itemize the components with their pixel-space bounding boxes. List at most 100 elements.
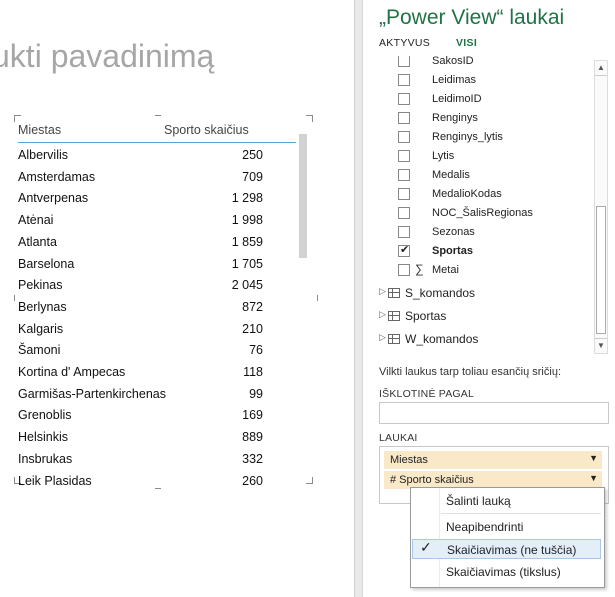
cell-city: Albervilis — [18, 148, 69, 162]
cell-city: Grenoblis — [18, 408, 72, 423]
cell-city: Antverpenas — [18, 191, 89, 206]
expand-icon[interactable]: ▷ — [379, 332, 386, 343]
filter-drop-area[interactable] — [379, 402, 609, 424]
scroll-up-icon[interactable]: ▲ — [595, 61, 607, 76]
field-item[interactable]: Renginys — [398, 110, 578, 128]
table-group[interactable]: ▷ Sportas — [379, 308, 579, 326]
sigma-icon: ∑ — [415, 262, 424, 276]
table-row[interactable]: Albervilis 250 — [18, 145, 263, 167]
tab-all[interactable]: VISI — [456, 37, 477, 49]
field-label: Sportas — [432, 245, 473, 257]
checkbox[interactable] — [398, 226, 410, 238]
checkbox[interactable] — [398, 169, 410, 181]
field-list: SakosID Leidimas LeidimoID Renginys Renginys… — [363, 56, 615, 356]
table-row[interactable]: Kalgaris 210 — [18, 319, 263, 341]
table-row[interactable]: Pekinas 2 045 — [18, 275, 263, 297]
table-row[interactable]: Šamoni 76 — [18, 340, 263, 362]
table-row[interactable]: Berlynas 872 — [18, 297, 263, 319]
cell-city: Garmišas-Partenkirchenas — [18, 386, 166, 401]
expand-icon[interactable]: ▷ — [379, 286, 386, 297]
dropdown-arrow-icon[interactable]: ▼ — [589, 473, 598, 483]
cell-sport-count: 889 — [242, 430, 263, 445]
field-label: Lytis — [432, 150, 455, 162]
field-item[interactable]: Leidimas — [398, 72, 578, 90]
menu-item[interactable]: Skaičiavimas (tikslus) — [412, 562, 601, 582]
table-icon — [388, 334, 400, 344]
field-label: MedalioKodas — [432, 188, 502, 200]
field-item[interactable]: Lytis — [398, 148, 578, 166]
field-item[interactable]: Sportas — [398, 243, 578, 261]
canvas-title-placeholder[interactable]: ukti pavadinimą — [0, 38, 214, 75]
checkbox[interactable] — [398, 207, 410, 219]
dropdown-arrow-icon[interactable]: ▼ — [589, 453, 598, 463]
table-handle-right[interactable] — [311, 295, 318, 301]
table-row[interactable]: Antverpenas 1 298 — [18, 188, 263, 210]
checkbox[interactable] — [398, 74, 410, 86]
scroll-thumb[interactable] — [596, 206, 606, 334]
table-row[interactable]: Amsterdamas 709 — [18, 167, 263, 189]
table-row[interactable]: Grenoblis 169 — [18, 405, 263, 427]
cell-city: Insbrukas — [18, 451, 73, 466]
field-item[interactable]: MedalioKodas — [398, 186, 578, 204]
table-row[interactable]: Atėnai 1 998 — [18, 210, 263, 232]
table-corner-tl[interactable] — [14, 115, 21, 122]
table-row[interactable]: Barselona 1 705 — [18, 254, 263, 276]
field-label: Renginys_lytis — [432, 131, 503, 143]
menu-item[interactable]: Neapibendrinti — [412, 517, 601, 537]
menu-separator — [441, 513, 601, 514]
field-list-scrollbar[interactable]: ▲ ▼ — [594, 60, 608, 354]
field-item[interactable]: Renginys_lytis — [398, 129, 578, 147]
report-canvas: ukti pavadinimą Miestas Sporto skaičius … — [0, 0, 355, 597]
checkbox-checked[interactable] — [398, 243, 410, 257]
field-item[interactable]: ∑ Metai — [398, 262, 578, 280]
field-item[interactable]: LeidimoID — [398, 91, 578, 109]
menu-item-label: Neapibendrinti — [446, 520, 524, 534]
column-header-city[interactable]: Miestas — [18, 123, 61, 137]
menu-item[interactable]: ✓ Skaičiavimas (ne tuščia) — [412, 539, 601, 559]
cell-sport-count: 709 — [242, 169, 263, 184]
menu-item-label: Šalinti lauką — [446, 494, 511, 508]
checkbox[interactable] — [398, 150, 410, 162]
checkbox[interactable] — [398, 264, 410, 276]
field-item[interactable]: Medalis — [398, 167, 578, 185]
field-item[interactable]: NOC_ŠalisRegionas — [398, 205, 578, 223]
scroll-down-icon[interactable]: ▼ — [595, 338, 607, 353]
cell-city: Kortina d' Ampecas — [18, 365, 126, 379]
table-scrollbar[interactable] — [299, 134, 307, 258]
field-item[interactable]: SakosID — [398, 56, 578, 71]
cell-sport-count: 1 998 — [231, 213, 263, 228]
checkbox[interactable] — [398, 131, 410, 143]
field-label: Leidimas — [432, 74, 477, 86]
cell-sport-count: 1 705 — [231, 256, 263, 271]
column-header-sport-count[interactable]: Sporto skaičius — [164, 123, 249, 137]
field-well-label: Miestas — [390, 454, 428, 466]
expand-icon[interactable]: ▷ — [379, 309, 386, 320]
menu-item[interactable]: Šalinti lauką — [412, 491, 601, 511]
field-well-city[interactable]: Miestas ▼ — [384, 451, 602, 469]
cell-sport-count: 872 — [242, 299, 263, 314]
table-row[interactable]: Kortina d' Ampecas 118 — [18, 362, 263, 384]
cell-sport-count: 332 — [242, 451, 263, 466]
checkbox[interactable] — [398, 93, 410, 105]
checkbox[interactable] — [398, 112, 410, 124]
table-corner-br[interactable] — [306, 477, 313, 484]
cell-city: Leik Plasidas — [18, 473, 92, 488]
cell-city: Pekinas — [18, 278, 63, 293]
table-handle-top[interactable] — [155, 115, 161, 122]
cell-sport-count: 2 045 — [231, 278, 263, 293]
checkbox[interactable] — [398, 56, 410, 67]
cell-sport-count: 169 — [242, 408, 263, 423]
tab-active[interactable]: AKTYVUS — [379, 37, 430, 49]
table-row[interactable]: Atlanta 1 859 — [18, 232, 263, 254]
table-group[interactable]: ▷ S_komandos — [379, 285, 579, 303]
table-row[interactable]: Helsinkis 889 — [18, 427, 263, 449]
table-row[interactable]: Insbrukas 332 — [18, 449, 263, 471]
table-corner-tr[interactable] — [306, 115, 313, 122]
cell-sport-count: 260 — [242, 473, 263, 488]
cell-sport-count: 1 298 — [231, 191, 263, 206]
table-group[interactable]: ▷ W_komandos — [379, 331, 579, 349]
table-row[interactable]: Leik Plasidas 260 — [18, 471, 263, 493]
field-item[interactable]: Sezonas — [398, 224, 578, 242]
table-row[interactable]: Garmišas-Partenkirchenas 99 — [18, 384, 263, 406]
checkbox[interactable] — [398, 188, 410, 200]
